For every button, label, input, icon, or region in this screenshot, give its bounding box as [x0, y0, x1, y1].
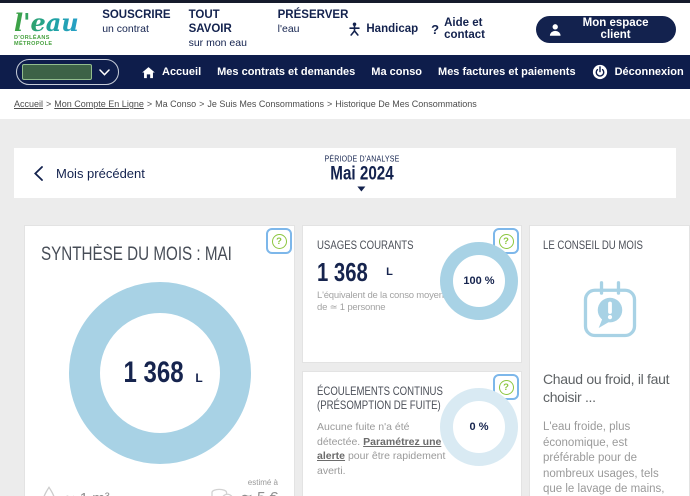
advice-heading: Chaud ou froid, il faut choisir ...: [543, 370, 676, 406]
navbar-label-accueil: Accueil: [162, 66, 201, 78]
brand-logo-subtext: D'ORLÉANS MÉTROPOLE: [14, 36, 88, 47]
volume-stat: ≃ 1 m³: [41, 486, 110, 496]
account-selector[interactable]: [16, 59, 119, 85]
breadcrumb-separator: >: [147, 99, 152, 109]
handicap-icon: [348, 22, 361, 36]
navbar-item-factures[interactable]: Mes factures et paiements: [438, 66, 576, 78]
navbar-items: Accueil Mes contrats et demandes Ma cons…: [141, 66, 576, 79]
nav-preserver-sub: l'eau: [278, 23, 349, 36]
usages-subtitle: L'équivalent de la conso moyenne de ≃ 1 …: [317, 290, 459, 315]
period-value: Mai 2024: [327, 164, 395, 186]
leaks-donut: 0 %: [440, 388, 518, 466]
brand-logo[interactable]: l'eau D'ORLÉANS MÉTROPOLE: [14, 11, 88, 47]
breadcrumb-separator: >: [46, 99, 51, 109]
nav-souscrire-sub: un contrat: [102, 23, 170, 36]
question-icon: ?: [431, 22, 439, 37]
previous-month-label: Mois précédent: [56, 166, 145, 181]
synthesis-total-value: 1 368: [124, 356, 184, 390]
coins-icon: [210, 487, 234, 496]
synthesis-stats: ≃ 1 m³ estimé à ≃ 5 €: [41, 478, 278, 496]
usages-value: 1 368: [317, 257, 368, 288]
chevron-down-icon: [99, 69, 110, 76]
navbar-label-conso: Ma conso: [371, 66, 422, 78]
breadcrumb-ma-conso: Ma Conso: [155, 99, 196, 109]
synthesis-card: ? SYNTHÈSE DU MOIS : MAI 1 368 L ≃: [24, 225, 295, 496]
leaks-card: ? ÉCOULEMENTS CONTINUS (PRÉSOMPTION DE F…: [302, 371, 522, 496]
breadcrumb-separator: >: [327, 99, 332, 109]
nav-tout-savoir[interactable]: TOUT SAVOIR sur mon eau: [189, 9, 260, 49]
synthesis-total-unit: L: [195, 371, 202, 385]
breadcrumb-mon-compte[interactable]: Mon Compte En Ligne: [54, 99, 144, 109]
mon-espace-client-label: Mon espace client: [568, 17, 663, 41]
app-window: l'eau D'ORLÉANS MÉTROPOLE SOUSCRIRE un c…: [0, 0, 690, 496]
nav-souscrire-title: SOUSCRIRE: [102, 9, 170, 23]
brand-logo-text: l'eau: [14, 11, 88, 35]
navbar-label-contrats: Mes contrats et demandes: [217, 66, 355, 78]
navbar-item-accueil[interactable]: Accueil: [141, 66, 201, 79]
advice-title: LE CONSEIL DU MOIS: [543, 238, 649, 252]
header-nav: SOUSCRIRE un contrat TOUT SAVOIR sur mon…: [102, 9, 348, 49]
home-icon: [141, 66, 156, 79]
navbar-item-contrats[interactable]: Mes contrats et demandes: [217, 66, 355, 78]
cost-value: ≃ 5 €: [240, 489, 278, 496]
handicap-label: Handicap: [366, 23, 418, 35]
chevron-left-icon: [34, 166, 43, 181]
usages-donut: 100 %: [440, 242, 518, 320]
nav-preserver-title: PRÉSERVER: [278, 9, 349, 23]
help-contact-label: Aide et contact: [444, 17, 523, 41]
user-icon: [549, 23, 561, 36]
synthesis-donut: 1 368 L: [69, 282, 251, 464]
breadcrumb-accueil[interactable]: Accueil: [14, 99, 43, 109]
droplet-icon: [41, 486, 57, 496]
cards-row: ? SYNTHÈSE DU MOIS : MAI 1 368 L ≃: [24, 225, 690, 496]
nav-preserver[interactable]: PRÉSERVER l'eau: [278, 9, 349, 49]
main-content: Mois précédent PÉRIODE D'ANALYSE Mai 202…: [0, 119, 690, 496]
power-icon: [592, 64, 608, 80]
leaks-percent: 0 %: [470, 421, 489, 433]
handicap-link[interactable]: Handicap: [348, 22, 418, 36]
site-header: l'eau D'ORLÉANS MÉTROPOLE SOUSCRIRE un c…: [0, 3, 690, 55]
breadcrumb-separator: >: [199, 99, 204, 109]
mon-espace-client-button[interactable]: Mon espace client: [536, 16, 676, 43]
usages-unit: L: [386, 266, 393, 278]
cost-estimate-label: estimé à: [240, 478, 278, 487]
caret-down-icon: [358, 187, 366, 192]
help-icon: ?: [272, 234, 287, 249]
header-right: Handicap ? Aide et contact Mon espace cl…: [348, 16, 676, 43]
breadcrumb-je-suis-mes-consos: Je Suis Mes Consommations: [207, 99, 324, 109]
period-selector[interactable]: PÉRIODE D'ANALYSE Mai 2024: [319, 155, 404, 192]
volume-value: ≃ 1 m³: [63, 489, 110, 496]
navbar-label-factures: Mes factures et paiements: [438, 66, 576, 78]
logout-label: Déconnexion: [615, 66, 684, 78]
period-bar: Mois précédent PÉRIODE D'ANALYSE Mai 202…: [14, 148, 676, 198]
account-number-redacted: [22, 64, 92, 80]
leaks-text: Aucune fuite n'a été détectée. Paramétre…: [317, 420, 453, 479]
advice-body-1: L'eau froide, plus économique, est préfé…: [543, 420, 676, 496]
nav-souscrire[interactable]: SOUSCRIRE un contrat: [102, 9, 170, 49]
cost-stat: estimé à ≃ 5 €: [210, 478, 278, 496]
synthesis-title: SYNTHÈSE DU MOIS : MAI: [41, 244, 231, 266]
usages-percent: 100 %: [463, 275, 494, 287]
usages-card: ? USAGES COURANTS 1 368 L L'équivalent d…: [302, 225, 522, 363]
middle-column: ? USAGES COURANTS 1 368 L L'équivalent d…: [302, 225, 522, 496]
period-analysis-label: PÉRIODE D'ANALYSE: [324, 155, 399, 164]
navbar-item-conso[interactable]: Ma conso: [371, 66, 422, 78]
previous-month-button[interactable]: Mois précédent: [34, 166, 145, 181]
advice-card: LE CONSEIL DU MOIS Chaud ou froid, il fa…: [529, 225, 690, 496]
logout-button[interactable]: Déconnexion: [592, 64, 684, 80]
breadcrumb: Accueil > Mon Compte En Ligne > Ma Conso…: [0, 89, 690, 119]
nav-tout-savoir-title: TOUT SAVOIR: [189, 9, 260, 37]
account-navbar: Accueil Mes contrats et demandes Ma cons…: [0, 55, 690, 89]
synthesis-help-button[interactable]: ?: [266, 228, 292, 254]
nav-tout-savoir-sub: sur mon eau: [189, 37, 260, 50]
breadcrumb-historique: Historique De Mes Consommations: [335, 99, 477, 109]
advice-calendar-icon: [577, 278, 643, 344]
help-contact-link[interactable]: ? Aide et contact: [431, 17, 523, 41]
